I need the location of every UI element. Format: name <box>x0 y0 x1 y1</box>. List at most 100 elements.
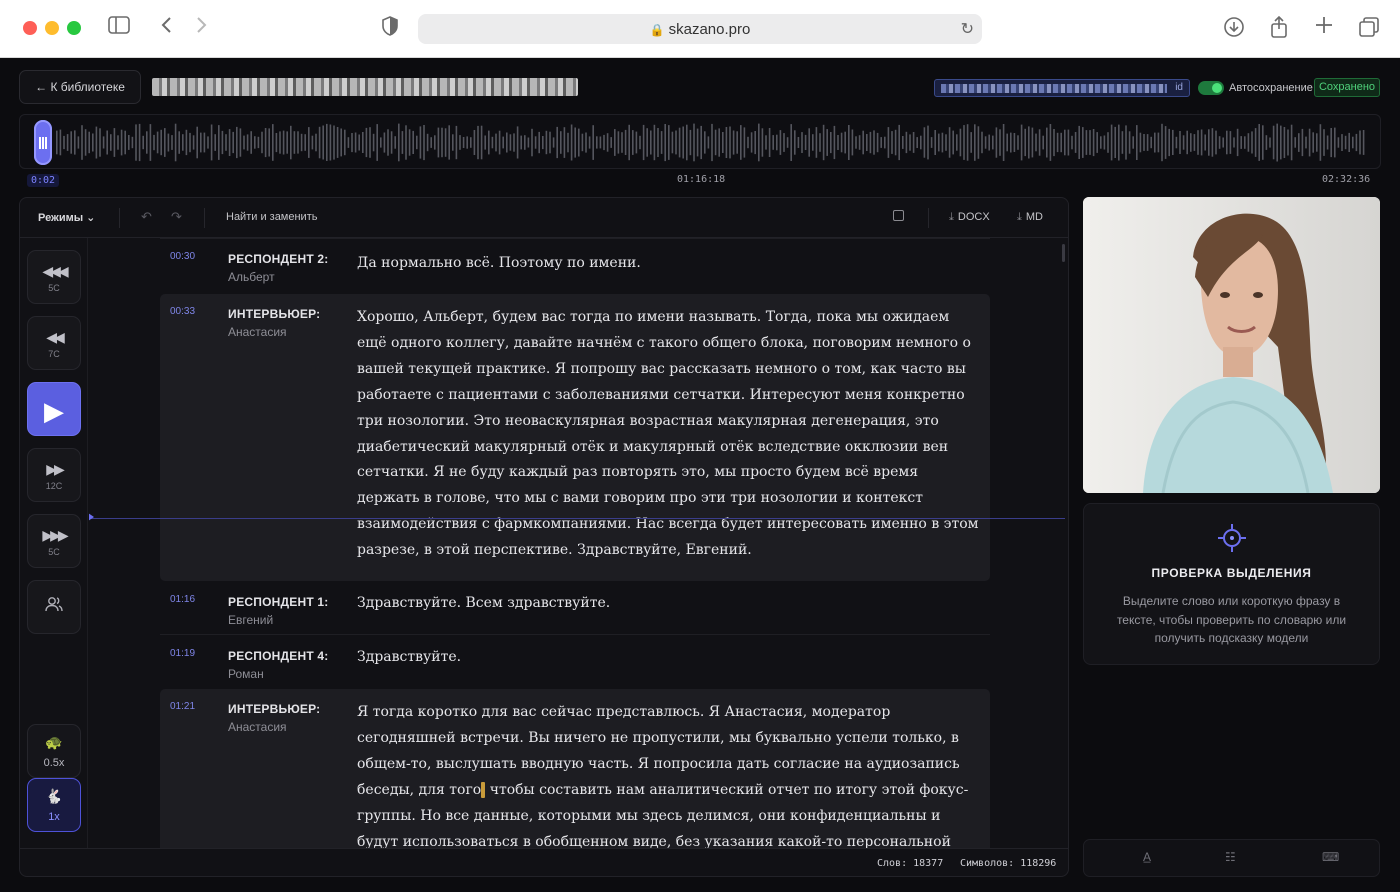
rewind-short-button[interactable]: ◀◀ 7С <box>27 316 81 370</box>
speaker-name[interactable]: Анастасия <box>228 720 287 734</box>
spellcheck-icon[interactable]: A̲ <box>1143 850 1151 864</box>
back-icon[interactable] <box>156 16 176 40</box>
waveform-bar <box>1082 127 1084 158</box>
video-preview[interactable] <box>1083 197 1380 493</box>
waveform-bar <box>1272 125 1275 160</box>
timestamp[interactable]: 01:16 <box>170 594 195 605</box>
autosave-toggle[interactable] <box>1198 81 1224 95</box>
speaker-name[interactable]: Анастасия <box>228 325 287 339</box>
waveform-bar <box>966 124 969 161</box>
transcript-row[interactable]: 01:21 ИНТЕРВЬЮЕР: Анастасия Я тогда коро… <box>160 689 990 848</box>
redo-icon[interactable]: ↷ <box>171 209 182 225</box>
waveform-bar <box>912 132 915 153</box>
waveform-bar <box>718 128 720 157</box>
waveform-bar <box>1110 124 1113 161</box>
waveform-bar <box>1017 135 1019 150</box>
speakers-button[interactable] <box>27 580 81 634</box>
share-icon[interactable] <box>1267 15 1291 40</box>
utterance-text[interactable]: Я тогда коротко для вас сейчас представл… <box>357 700 983 848</box>
waveform-bar <box>408 129 411 156</box>
waveform-bar <box>945 134 947 151</box>
waveform-bar <box>794 130 796 155</box>
reload-icon[interactable]: ↻ <box>961 19 974 39</box>
speaker-role[interactable]: РЕСПОНДЕНТ 4: <box>228 649 328 663</box>
close-window-button[interactable] <box>23 21 37 35</box>
waveform-bar <box>542 136 544 150</box>
waveform-bar <box>621 132 623 153</box>
speed-normal-button[interactable]: 🐇 1x <box>27 778 81 832</box>
zoom-window-button[interactable] <box>67 21 81 35</box>
waveform[interactable] <box>19 114 1381 169</box>
timestamp[interactable]: 00:30 <box>170 251 195 262</box>
waveform-bar <box>596 136 598 149</box>
play-button[interactable]: ▶ <box>27 382 81 436</box>
back-to-library-button[interactable]: ← К библиотеке <box>19 70 141 104</box>
waveform-bar <box>628 124 630 161</box>
file-id-redacted <box>941 84 1167 93</box>
new-tab-icon[interactable] <box>1312 16 1336 40</box>
timestamp[interactable]: 01:21 <box>170 701 195 712</box>
waveform-bar <box>578 128 580 157</box>
transcript-body[interactable]: 00:30 РЕСПОНДЕНТ 2: Альберт Да нормально… <box>89 238 1065 848</box>
downloads-icon[interactable] <box>1222 16 1246 40</box>
forward-long-button[interactable]: ▶▶▶ 5С <box>27 514 81 568</box>
speaker-role[interactable]: РЕСПОНДЕНТ 1: <box>228 595 328 609</box>
url-text: skazano.pro <box>668 21 751 38</box>
rewind-long-button[interactable]: ◀◀◀ 5С <box>27 250 81 304</box>
address-bar[interactable]: 🔒 skazano.pro ↻ <box>418 14 982 44</box>
waveform-bar <box>66 134 69 151</box>
minimize-window-button[interactable] <box>45 21 59 35</box>
waveform-bar <box>808 128 810 157</box>
browser-chrome: 🔒 skazano.pro ↻ <box>0 0 1400 58</box>
waveform-bar <box>95 126 98 159</box>
forward-icon[interactable] <box>192 16 212 40</box>
waveform-bar <box>178 131 180 154</box>
transcript-row[interactable]: 01:19 РЕСПОНДЕНТ 4: Роман Здравствуйте. <box>160 639 990 689</box>
tab-overview-icon[interactable] <box>1357 16 1381 40</box>
waveform-bar <box>480 125 483 160</box>
save-icon[interactable] <box>893 210 904 221</box>
modes-dropdown[interactable]: Режимы ⌄ <box>38 211 95 224</box>
transcript-row[interactable]: 00:33 ИНТЕРВЬЮЕР: Анастасия Хорошо, Альб… <box>160 294 990 581</box>
saved-status-badge: Сохранено <box>1314 78 1380 97</box>
forward-short-button[interactable]: ▶▶ 12С <box>27 448 81 502</box>
find-replace-button[interactable]: Найти и заменить <box>226 211 317 223</box>
shield-icon[interactable] <box>380 16 400 40</box>
speaker-name[interactable]: Роман <box>228 667 264 681</box>
waveform-bar <box>988 134 990 151</box>
keyboard-icon[interactable]: ⌨ <box>1322 850 1339 864</box>
waveform-bar <box>660 131 663 154</box>
waveform-bar <box>1053 129 1055 157</box>
waveform-bar <box>470 137 472 148</box>
undo-icon[interactable]: ↶ <box>141 209 152 225</box>
utterance-text[interactable]: Да нормально всё. Поэтому по имени. <box>357 251 983 277</box>
file-id-chip[interactable]: id <box>934 79 1190 97</box>
speed-slow-button[interactable]: 🐢 0.5x <box>27 724 81 778</box>
playhead-handle[interactable] <box>34 120 52 165</box>
transcript-scrollbar[interactable] <box>1062 244 1065 262</box>
speaker-name[interactable]: Евгений <box>228 613 273 627</box>
transcript-editor: Режимы ⌄ ↶ ↷ Найти и заменить ⤓ DOCX ⤓ MD … <box>19 197 1069 877</box>
waveform-bars[interactable] <box>20 115 1381 169</box>
utterance-text[interactable]: Здравствуйте. <box>357 645 983 671</box>
timestamp[interactable]: 00:33 <box>170 306 195 317</box>
utterance-text[interactable]: Здравствуйте. Всем здравствуйте. <box>357 591 983 617</box>
waveform-bar <box>401 131 404 154</box>
settings-sliders-icon[interactable]: ☷ <box>1225 850 1236 864</box>
speaker-role[interactable]: РЕСПОНДЕНТ 2: <box>228 252 328 266</box>
transcript-row[interactable]: 00:30 РЕСПОНДЕНТ 2: Альберт Да нормально… <box>160 244 990 294</box>
waveform-bar <box>974 124 976 161</box>
waveform-bar <box>416 135 418 150</box>
utterance-text[interactable]: Хорошо, Альберт, будем вас тогда по имен… <box>357 305 983 564</box>
timestamp[interactable]: 01:19 <box>170 648 195 659</box>
export-docx-button[interactable]: ⤓ DOCX <box>949 211 990 224</box>
waveform-bar <box>308 127 310 158</box>
waveform-bar <box>1269 137 1271 148</box>
speaker-name[interactable]: Альберт <box>228 270 275 284</box>
waveform-bar <box>225 134 227 151</box>
transcript-row[interactable]: 01:16 РЕСПОНДЕНТ 1: Евгений Здравствуйте… <box>160 584 990 634</box>
speaker-role[interactable]: ИНТЕРВЬЮЕР: <box>228 702 320 716</box>
speaker-role[interactable]: ИНТЕРВЬЮЕР: <box>228 307 320 321</box>
export-md-button[interactable]: ⤓ MD <box>1017 211 1043 224</box>
sidebar-toggle-icon[interactable] <box>106 16 132 40</box>
